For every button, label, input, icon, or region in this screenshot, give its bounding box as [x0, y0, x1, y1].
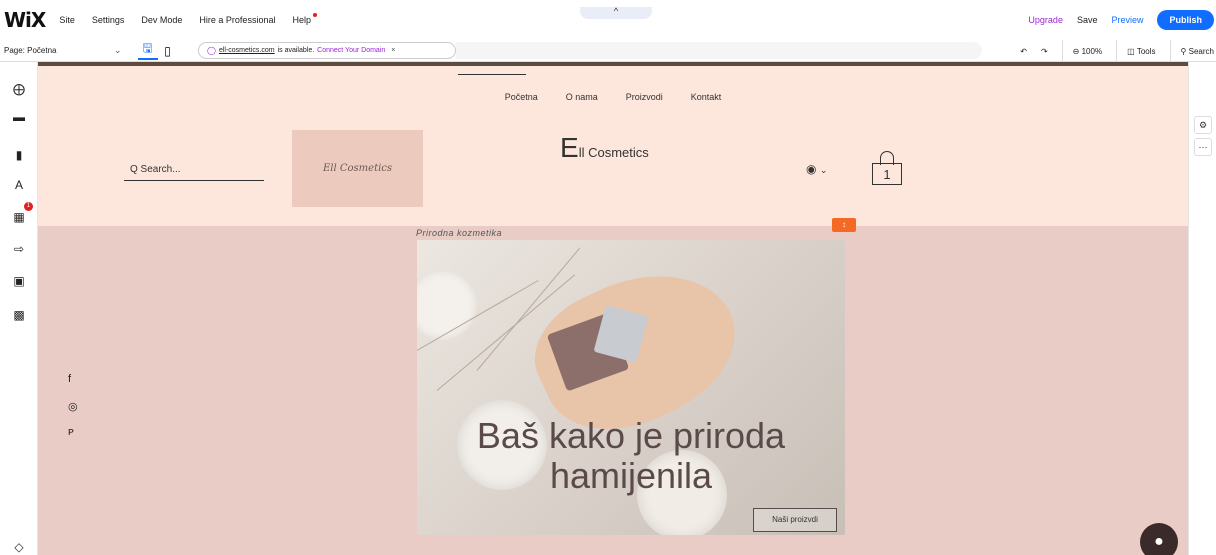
settings-gear-icon[interactable]: ⚙ — [1194, 116, 1212, 134]
search-button[interactable]: ⚲ Search — [1181, 47, 1214, 56]
site-logo-box[interactable]: Ell Cosmetics — [292, 130, 423, 207]
hero-title: Baš kako je priroda hamijenila — [476, 415, 786, 496]
redo-icon[interactable]: ↷ — [1041, 47, 1048, 56]
hero-eyebrow: Prirodna kozmetika — [416, 228, 503, 238]
candle-decor — [417, 270, 477, 340]
menu-site[interactable]: Site — [59, 15, 75, 25]
site-search-input[interactable]: Q Search... — [124, 164, 264, 181]
nav-item-o-nama[interactable]: O nama — [566, 92, 598, 102]
undo-icon[interactable]: ↶ — [1020, 47, 1027, 56]
products-button[interactable]: Naši proizvdi — [753, 508, 837, 532]
search-label: Search — [1188, 46, 1214, 56]
close-icon[interactable]: × — [391, 47, 395, 54]
help-notification-dot — [312, 13, 317, 17]
pages-icon[interactable]: ▮ — [12, 148, 26, 162]
save-button[interactable]: Save — [1077, 15, 1098, 25]
domain-banner: ◯ ell-cosmetics.com is available. Connec… — [198, 42, 456, 59]
divider — [1169, 40, 1171, 62]
design-icon[interactable]: A — [12, 178, 26, 192]
media-icon[interactable]: ▣ — [12, 274, 26, 288]
collapse-toggle[interactable]: ^ — [580, 7, 652, 19]
business-icon[interactable]: ⇨ — [12, 242, 26, 256]
top-menu: Site Settings Dev Mode Hire a Profession… — [59, 13, 328, 25]
page-selector[interactable]: Page: Početna — [4, 46, 114, 55]
apps-badge: 1 — [24, 202, 33, 211]
menu-settings[interactable]: Settings — [92, 15, 125, 25]
zoom-level: 100% — [1081, 46, 1103, 56]
divider — [1116, 40, 1118, 62]
publish-button[interactable]: Publish — [1157, 10, 1214, 30]
user-avatar-icon: ◉ — [806, 162, 817, 176]
wix-logo[interactable]: WiX — [4, 8, 46, 32]
sections-icon[interactable]: ▬ — [12, 110, 26, 124]
menu-dev-mode[interactable]: Dev Mode — [141, 15, 182, 25]
toolbar-right-tools: ↶ ↷ ⊖ 100% ◫ Tools ⚲ Search — [1020, 40, 1216, 62]
site-logo-text: Ell Cosmetics — [322, 163, 393, 174]
desktop-view-icon[interactable]: 🖫 — [137, 41, 158, 60]
site-title-initial: E — [560, 132, 579, 163]
editor-toolbar: Page: Početna ⌄ 🖫 ▯ ◯ ell-cosmetics.com … — [0, 40, 1216, 62]
address-bar-fill — [456, 42, 982, 59]
right-rail: ⚙ ⋯ — [1188, 62, 1216, 555]
left-editor-bar: ⨁ ▬ ▮ A ▦ 1 ⇨ ▣ ▩ ◇ — [0, 62, 38, 555]
hero-image[interactable]: Baš kako je priroda hamijenila Naši proi… — [417, 240, 845, 535]
menu-help[interactable]: Help — [292, 13, 317, 25]
chat-icon[interactable]: ● — [1140, 523, 1178, 555]
connect-domain-link[interactable]: Connect Your Domain — [317, 47, 385, 54]
cart-count: 1 — [872, 163, 902, 185]
menu-help-label: Help — [292, 15, 311, 25]
pinterest-icon[interactable]: ᴘ — [68, 426, 74, 438]
portfolio-icon[interactable]: ▩ — [12, 308, 26, 322]
nav-item-kontakt[interactable]: Kontakt — [691, 92, 722, 102]
instagram-icon[interactable]: ◎ — [68, 400, 78, 413]
search-icon: ⚲ — [1180, 46, 1189, 56]
chevron-down-icon[interactable]: ⌄ — [114, 45, 122, 56]
divider — [1061, 40, 1063, 62]
account-menu[interactable]: ◉ ⌄ — [806, 162, 827, 176]
nav-active-indicator — [458, 74, 526, 75]
tools-button[interactable]: ◫ Tools — [1127, 47, 1155, 56]
chevron-down-icon: ⌄ — [819, 165, 828, 175]
layers-icon[interactable]: ◇ — [12, 540, 26, 554]
add-elements-icon[interactable]: ⨁ — [12, 82, 26, 96]
cart-icon[interactable]: 1 — [872, 151, 902, 185]
mobile-view-icon[interactable]: ▯ — [158, 42, 178, 60]
hero-section[interactable]: Prirodna kozmetika ↕ Baš kako je priroda… — [38, 218, 1188, 555]
editor-canvas: Početna O nama Proizvodi Kontakt Q Searc… — [38, 62, 1188, 555]
tools-icon: ◫ — [1127, 46, 1137, 56]
stretch-handle-icon[interactable]: ↕ — [832, 218, 856, 232]
zoom-control[interactable]: ⊖ 100% — [1073, 47, 1102, 56]
nav-item-pocetna[interactable]: Početna — [505, 92, 538, 102]
more-options-icon[interactable]: ⋯ — [1194, 138, 1212, 156]
nav-item-proizvodi[interactable]: Proizvodi — [626, 92, 663, 102]
site-header[interactable]: Početna O nama Proizvodi Kontakt Q Searc… — [38, 66, 1188, 226]
apps-icon[interactable]: ▦ — [12, 210, 26, 224]
tools-label: Tools — [1136, 46, 1156, 56]
globe-icon: ◯ — [207, 46, 216, 55]
domain-available-text: is available. — [277, 47, 315, 54]
menu-hire-professional[interactable]: Hire a Professional — [199, 15, 275, 25]
site-title-rest: ll Cosmetics — [578, 145, 649, 160]
preview-button[interactable]: Preview — [1111, 15, 1143, 25]
top-right-actions: Upgrade Save Preview Publish — [1028, 0, 1216, 40]
site-title[interactable]: Ell Cosmetics — [560, 132, 649, 164]
editor-topbar: WiX Site Settings Dev Mode Hire a Profes… — [0, 0, 1216, 40]
facebook-icon[interactable]: f — [68, 373, 71, 385]
upgrade-button[interactable]: Upgrade — [1028, 15, 1063, 25]
zoom-out-icon: ⊖ — [1072, 46, 1082, 56]
domain-link[interactable]: ell-cosmetics.com — [219, 47, 275, 54]
site-nav: Početna O nama Proizvodi Kontakt — [38, 92, 1188, 102]
